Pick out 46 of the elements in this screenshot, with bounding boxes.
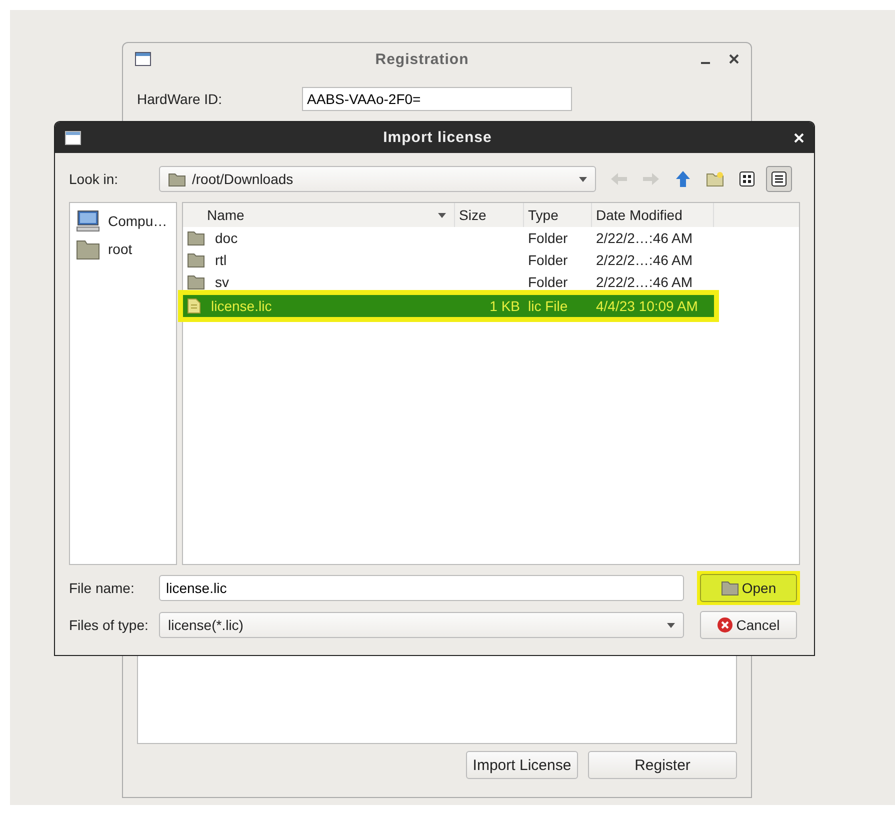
file-type: Folder (528, 274, 568, 290)
file-name-label: File name: (69, 580, 136, 596)
place-item[interactable]: root (108, 241, 132, 257)
file-name: rtl (215, 252, 227, 268)
open-button[interactable]: Open (700, 574, 797, 602)
file-name: license.lic (211, 298, 272, 314)
folder-icon (187, 274, 205, 290)
look-in-dropdown[interactable]: /root/Downloads (159, 166, 596, 192)
folder-icon (187, 230, 205, 246)
file-date: 4/4/23 10:09 AM (596, 298, 698, 314)
file-date: 2/22/2…:46 AM (596, 274, 693, 290)
cancel-icon (717, 617, 734, 633)
dialog-title: Import license (382, 129, 493, 146)
folder-icon[interactable] (76, 238, 100, 260)
file-icon (187, 298, 201, 314)
file-type: Folder (528, 252, 568, 268)
folder-icon (720, 580, 739, 596)
window-title: Registration (374, 50, 470, 68)
file-row[interactable]: doc Folder 2/22/2…:46 AM (183, 227, 799, 249)
file-type-label: Files of type: (69, 617, 150, 633)
window-icon (65, 130, 81, 144)
file-type: lic File (528, 298, 568, 314)
window-icon (135, 52, 151, 66)
dialog-button[interactable]: Register (588, 751, 737, 779)
file-size: 1 KB (490, 298, 520, 314)
dialog-button[interactable]: Import License (466, 751, 578, 779)
computer-icon[interactable] (76, 210, 100, 232)
file-date: 2/22/2…:46 AM (596, 230, 693, 246)
file-row[interactable]: license.lic 1 KB lic File 4/4/23 10:09 AM (183, 295, 714, 317)
file-name-field[interactable]: license.lic (159, 575, 684, 601)
cancel-button[interactable]: Cancel (700, 611, 797, 639)
list-view-icon[interactable] (766, 166, 792, 192)
file-name: sv (215, 274, 229, 290)
look-in-label: Look in: (69, 171, 120, 187)
close-icon[interactable] (729, 54, 739, 64)
file-type-dropdown[interactable]: license(*.lic) (159, 612, 684, 638)
field-label: HardWare ID: (137, 91, 224, 107)
folder-icon (187, 252, 205, 268)
folder-icon (168, 172, 186, 186)
file-name: doc (215, 230, 238, 246)
file-type: Folder (528, 230, 568, 246)
file-row[interactable]: sv Folder 2/22/2…:46 AM (183, 271, 799, 293)
file-row[interactable]: rtl Folder 2/22/2…:46 AM (183, 249, 799, 271)
file-date: 2/22/2…:46 AM (596, 252, 693, 268)
place-item[interactable]: Compu… (108, 213, 168, 229)
hardware-id-field[interactable]: AABS-VAAo-2F0= (302, 87, 572, 111)
